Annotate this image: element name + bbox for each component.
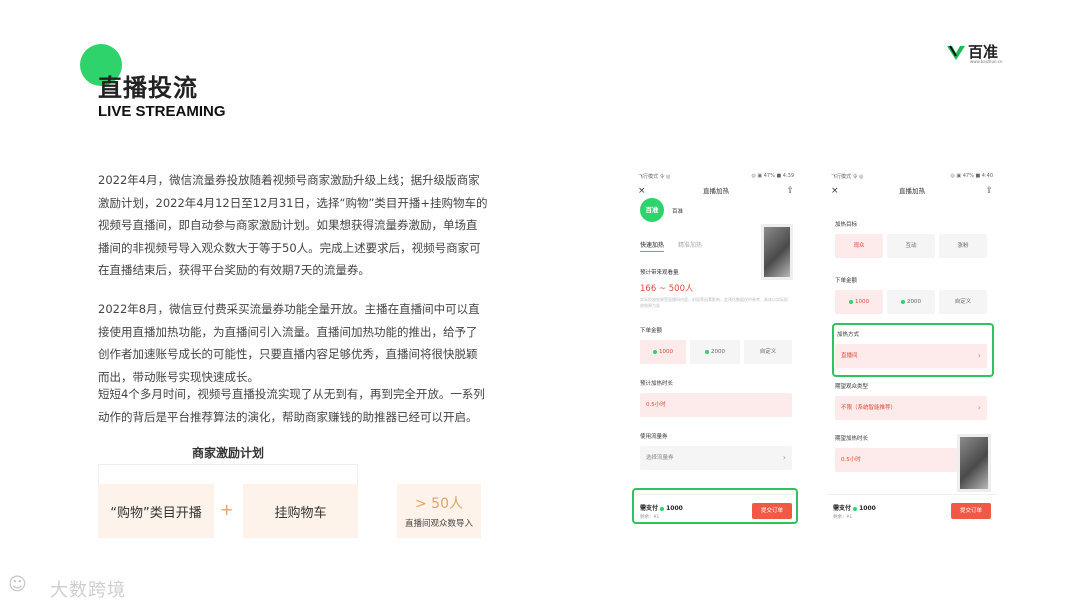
- audience-type-selector[interactable]: 不限（系统智能推荐） ›: [835, 396, 987, 420]
- pay-label: 需支付: [833, 505, 852, 512]
- account-name: 百准: [672, 209, 684, 215]
- status-left: 飞行模式 令 ◎: [638, 174, 671, 180]
- phone-screen-quick-boost: 飞行模式 令 ◎ ◎ ▣ 47% ■ 4:39 × 直播加热 ⇪ 百准 百准 快…: [634, 170, 798, 528]
- tab-precise-boost[interactable]: 精准加热: [678, 240, 702, 249]
- amount-option-2000[interactable]: 2000: [887, 290, 935, 314]
- nav-title: 直播加热: [899, 187, 925, 195]
- paragraph-summary: 短短4个多月时间，视频号直播投流实现了从无到有，再到完全开放。一系列动作的背后是…: [98, 387, 485, 424]
- watermark: ☺ 大数跨境: [8, 572, 148, 602]
- audience-type-value: 不限（系统智能推荐）: [841, 405, 897, 411]
- paragraph-april: 2022年4月，微信流量券投放随着视频号商家激励升级上线；据升级版商家激励计划，…: [98, 173, 488, 277]
- wechat-bean-icon: [849, 299, 853, 304]
- incentive-divider: [98, 464, 358, 484]
- amount-label: 下单金额: [835, 278, 858, 284]
- nav-title: 直播加热: [703, 187, 729, 195]
- incentive-box-shopping: “购物”类目开播: [98, 484, 214, 538]
- kol-logo-icon: ☺: [8, 574, 27, 595]
- status-bar: 飞行模式 令 ◎ ◎ ▣ 47% ■ 4:39: [634, 170, 798, 182]
- page-title: 直播投流: [98, 74, 198, 102]
- duration-label: 预计加热时长: [640, 381, 674, 387]
- incentive-box-cart: 挂购物车: [243, 484, 358, 538]
- share-icon[interactable]: ⇪: [985, 182, 993, 200]
- goal-option-audience[interactable]: 观众: [835, 234, 883, 258]
- pay-value: 1000: [859, 505, 876, 512]
- watermark-text: 大数跨境: [50, 580, 126, 601]
- nav-bar: × 直播加热 ⇪: [827, 182, 997, 200]
- duration-field[interactable]: 0.5小时: [640, 393, 792, 417]
- highlight-method-selector: [832, 323, 994, 377]
- chevron-right-icon: ›: [782, 453, 786, 462]
- amount-label: 下单金额: [640, 328, 663, 334]
- submit-order-button[interactable]: 提交订单: [951, 503, 991, 519]
- audience-threshold-label: 直播间观众数导入: [404, 519, 473, 529]
- share-icon[interactable]: ⇪: [786, 182, 794, 200]
- nav-bar: × 直播加热 ⇪: [634, 182, 798, 200]
- live-thumbnail: [761, 224, 793, 280]
- balance: 剩余：¥1: [833, 515, 853, 520]
- status-left: 飞行模式 令 ◎: [831, 174, 864, 180]
- chevron-right-icon: ›: [977, 403, 981, 412]
- wechat-bean-icon: [705, 349, 709, 354]
- pay-bar: 需支付 1000 剩余：¥1 提交订单: [827, 494, 997, 528]
- check-logo-icon: [947, 45, 965, 60]
- reach-hint: 实际投放效果受直播间内容、封面等因素影响，此预估数据仅供参考，具体以实际投放效果…: [640, 297, 788, 308]
- incentive-title: 商家激励计划: [191, 446, 264, 460]
- amount-text: 2000: [711, 349, 725, 355]
- paragraph-august: 2022年8月，微信豆付费采买流量券功能全量开放。主播在直播间中可以直接使用直播…: [98, 302, 480, 384]
- wechat-bean-icon: [853, 506, 858, 511]
- pay-total: 需支付 1000: [833, 503, 876, 512]
- amount-text: 1000: [855, 299, 869, 305]
- plus-sign: +: [220, 500, 234, 519]
- goal-option-interaction[interactable]: 互动: [887, 234, 935, 258]
- goal-label: 加热目标: [835, 222, 858, 228]
- amount-option-custom[interactable]: 自定义: [744, 340, 792, 364]
- close-icon[interactable]: ×: [638, 182, 646, 200]
- brand-logo: 百准 www.baizhun.cn: [946, 41, 1003, 67]
- live-thumbnail: [957, 434, 991, 492]
- logo-subtext: www.baizhun.cn: [970, 59, 1003, 64]
- amount-option-1000[interactable]: 1000: [640, 340, 686, 364]
- tab-quick-boost[interactable]: 快速加热: [640, 240, 665, 252]
- status-right: ◎ ▣ 47% ■ 4:40: [950, 173, 993, 179]
- goal-option-followers[interactable]: 涨粉: [939, 234, 987, 258]
- duration-label: 期望加热时长: [835, 436, 869, 442]
- amount-option-1000[interactable]: 1000: [835, 290, 883, 314]
- highlight-pay-bar: [632, 488, 798, 524]
- audience-threshold: > 50人: [415, 496, 463, 512]
- amount-text: 2000: [907, 299, 921, 305]
- wechat-bean-icon: [901, 299, 905, 304]
- reach-label: 预计带来观看量: [640, 270, 679, 276]
- audience-type-label: 期望观众类型: [835, 384, 869, 390]
- incentive-box-audience: > 50人 直播间观众数导入: [397, 484, 481, 538]
- status-right: ◎ ▣ 47% ■ 4:39: [751, 173, 794, 179]
- amount-text: 1000: [659, 349, 673, 355]
- avatar: 百准: [640, 198, 664, 222]
- duration-field[interactable]: 0.5小时: [835, 448, 957, 472]
- slide: 直播投流 LIVE STREAMING 百准 www.baizhun.cn 20…: [0, 0, 1080, 608]
- page-subtitle: LIVE STREAMING: [98, 103, 226, 120]
- amount-option-2000[interactable]: 2000: [690, 340, 740, 364]
- status-bar: 飞行模式 令 ◎ ◎ ▣ 47% ■ 4:40: [827, 170, 997, 182]
- coupon-selector[interactable]: 选择流量券 ›: [640, 446, 792, 470]
- coupon-value: 选择流量券: [646, 455, 674, 461]
- wechat-bean-icon: [653, 349, 657, 354]
- reach-value: 166 ~ 500人: [640, 284, 694, 294]
- amount-option-custom[interactable]: 自定义: [939, 290, 987, 314]
- close-icon[interactable]: ×: [831, 182, 839, 200]
- coupon-label: 使用流量券: [640, 434, 668, 440]
